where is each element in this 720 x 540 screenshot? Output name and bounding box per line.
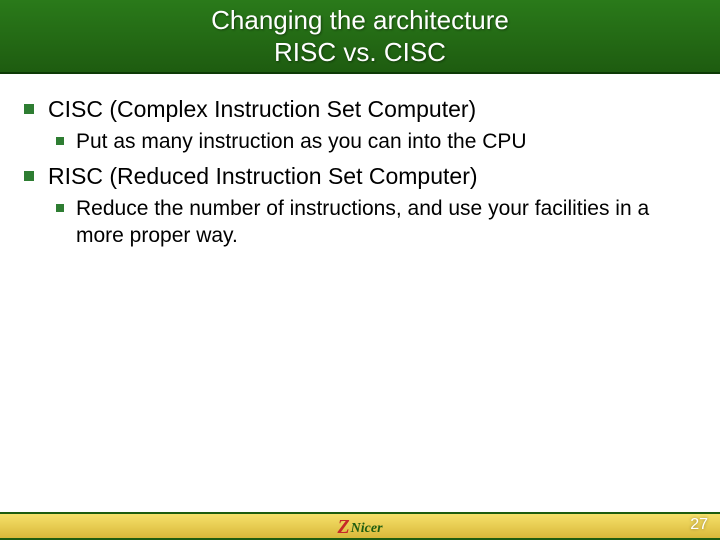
title-bar: Changing the architecture RISC vs. CISC <box>0 0 720 74</box>
list-subitem: Reduce the number of instructions, and u… <box>56 195 696 249</box>
logo-z: Z <box>337 518 349 536</box>
square-bullet-icon <box>56 137 64 145</box>
logo-nicer: Nicer <box>351 522 383 536</box>
list-subitem: Put as many instruction as you can into … <box>56 128 696 155</box>
list-item: RISC (Reduced Instruction Set Computer) <box>24 161 696 191</box>
footer-bar: Z Nicer 27 <box>0 512 720 540</box>
square-bullet-icon <box>24 104 34 114</box>
title-line1: Changing the architecture <box>0 4 720 36</box>
body-area: CISC (Complex Instruction Set Computer) … <box>0 74 720 249</box>
slide: Changing the architecture RISC vs. CISC … <box>0 0 720 540</box>
square-bullet-icon <box>56 204 64 212</box>
list-item-text: CISC (Complex Instruction Set Computer) <box>48 94 476 124</box>
title-line2: RISC vs. CISC <box>0 36 720 68</box>
square-bullet-icon <box>24 171 34 181</box>
list-item-text: RISC (Reduced Instruction Set Computer) <box>48 161 478 191</box>
list-subitem-text: Reduce the number of instructions, and u… <box>76 195 696 249</box>
page-number: 27 <box>690 516 708 534</box>
list-item: CISC (Complex Instruction Set Computer) <box>24 94 696 124</box>
logo: Z Nicer <box>337 518 382 536</box>
list-subitem-text: Put as many instruction as you can into … <box>76 128 527 155</box>
